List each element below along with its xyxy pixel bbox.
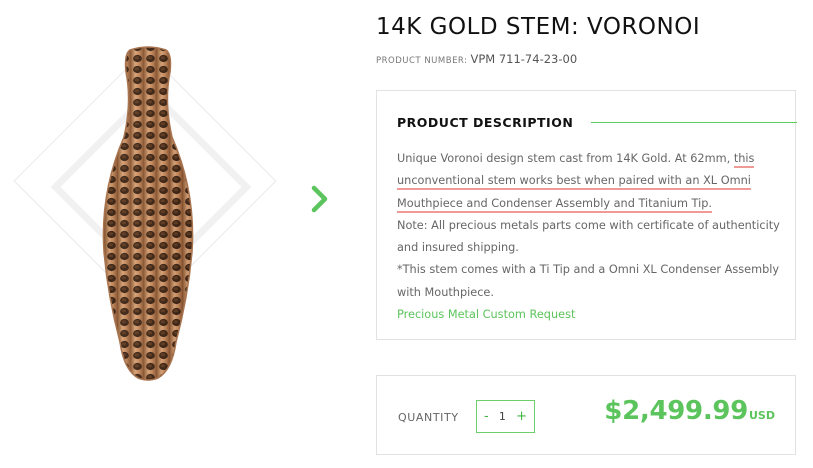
price-amount: $2,499.99 [604,396,748,426]
price: $2,499.99USD [604,396,775,426]
product-number: PRODUCT NUMBER: VPM 711-74-23-00 [376,52,577,66]
description-paragraph: Unique Voronoi design stem cast from 14K… [397,148,783,215]
quantity-label: QUANTITY [398,411,459,424]
quantity-stepper: - 1 + [476,400,535,433]
description-highlight: unconventional stem works best when pair… [397,174,751,191]
page-title: 14K GOLD STEM: VORONOI [376,14,701,40]
increment-button[interactable]: + [516,410,527,423]
heading-divider [591,122,797,123]
tip-note: *This stem comes with a Ti Tip and a Omn… [397,263,780,299]
certificate-note: Note: All precious metals parts come wit… [397,218,780,255]
product-description-heading: PRODUCT DESCRIPTION [397,115,574,130]
product-number-value: VPM 711-74-23-00 [470,52,578,66]
product-description-panel: PRODUCT DESCRIPTION Unique Voronoi desig… [376,90,797,340]
product-number-label: PRODUCT NUMBER: [376,56,468,66]
decrement-button[interactable]: - [484,410,489,423]
purchase-panel: QUANTITY - 1 + $2,499.99USD [376,375,796,455]
product-description-body: Unique Voronoi design stem cast from 14K… [397,148,783,326]
product-image [102,46,194,381]
custom-request-link[interactable]: Precious Metal Custom Request [397,308,575,321]
description-intro: Unique Voronoi design stem cast from 14K… [397,152,734,165]
description-highlight: this [733,152,755,168]
price-currency: USD [749,409,775,422]
description-highlight: Mouthpiece and Condenser Assembly and Ti… [397,196,713,213]
quantity-value[interactable]: 1 [499,410,506,423]
product-gallery [0,0,340,468]
next-image-chevron-right-icon[interactable] [306,185,334,213]
